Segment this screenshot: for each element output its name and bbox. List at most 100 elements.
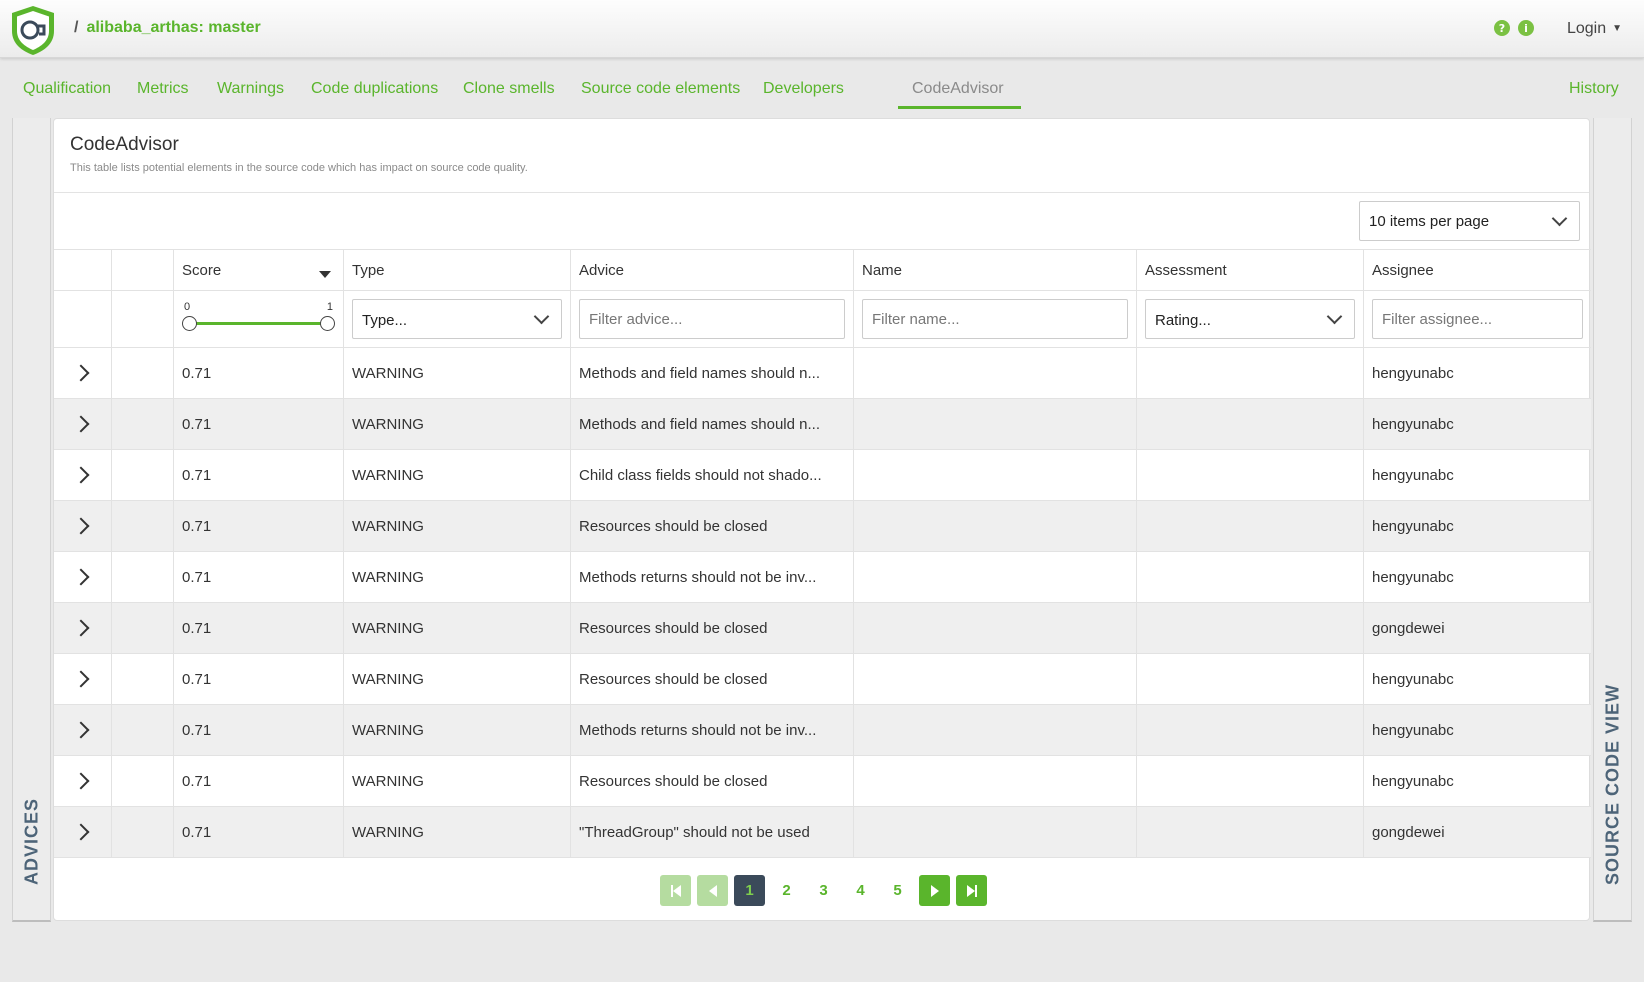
score-range-slider[interactable]: 0 1 [182,291,335,347]
name-cell [854,603,1137,653]
advices-label: ADVICES [21,797,41,885]
blank-cell [112,603,174,653]
table-row[interactable]: 0.71 WARNING Methods and field names sho… [54,399,1591,450]
last-page-button[interactable] [956,875,987,906]
expand-cell[interactable] [54,552,112,602]
expand-cell[interactable] [54,756,112,806]
slider-max-handle[interactable] [320,316,335,331]
tab-code-duplications[interactable]: Code duplications [311,80,438,98]
tab-metrics[interactable]: Metrics [137,80,189,98]
blank-cell [112,501,174,551]
table-row[interactable]: 0.71 WARNING "ThreadGroup" should not be… [54,807,1591,858]
expand-cell[interactable] [54,450,112,500]
advice-cell: Methods returns should not be inv... [571,552,854,602]
blank-cell [112,348,174,398]
blank-cell [112,654,174,704]
expand-cell[interactable] [54,603,112,653]
type-filter-select[interactable]: Type... [352,299,562,339]
chevron-right-icon[interactable] [72,517,89,535]
prev-page-button[interactable] [697,875,728,906]
chevron-right-icon[interactable] [72,670,89,688]
items-per-page-select[interactable]: 10 items per page [1359,201,1580,241]
tab-history[interactable]: History [1569,80,1619,98]
info-circle-icon[interactable]: i [1518,20,1534,36]
chevron-right-icon[interactable] [72,721,89,739]
chevron-right-icon[interactable] [72,415,89,433]
header-type[interactable]: Type [344,250,571,290]
header-assignee[interactable]: Assignee [1364,250,1591,290]
name-filter-input[interactable]: Filter name... [862,299,1128,339]
next-page-button[interactable] [919,875,950,906]
table-row[interactable]: 0.71 WARNING Child class fields should n… [54,450,1591,501]
table-row[interactable]: 0.71 WARNING Resources should be closed … [54,756,1591,807]
project-link[interactable]: alibaba_arthas: master [86,19,260,36]
expand-cell[interactable] [54,348,112,398]
chevron-down-icon [533,308,550,325]
sort-desc-icon[interactable] [319,271,331,278]
type-cell: WARNING [344,450,571,500]
blank-cell [112,399,174,449]
expand-cell[interactable] [54,501,112,551]
tab-codeadvisor[interactable]: CodeAdvisor [912,80,1004,98]
header-score[interactable]: Score [174,250,344,290]
expand-cell[interactable] [54,654,112,704]
advices-side-panel[interactable]: ADVICES [12,118,51,922]
advice-filter-input[interactable]: Filter advice... [579,299,845,339]
pagination: 1 2 3 4 5 [54,875,1589,909]
name-cell [854,756,1137,806]
login-dropdown[interactable]: Login ▼ [1567,20,1622,38]
page-2-button[interactable]: 2 [771,875,802,906]
question-circle-icon[interactable]: ? [1494,20,1510,36]
tab-clone-smells[interactable]: Clone smells [463,80,555,98]
chevron-right-icon[interactable] [72,772,89,790]
table-row[interactable]: 0.71 WARNING Resources should be closed … [54,603,1591,654]
page-3-button[interactable]: 3 [808,875,839,906]
chevron-right-icon[interactable] [72,823,89,841]
advice-cell: Resources should be closed [571,756,854,806]
header-advice[interactable]: Advice [571,250,854,290]
tab-qualification[interactable]: Qualification [23,80,111,98]
tab-source-code-elements[interactable]: Source code elements [581,80,740,98]
tab-developers[interactable]: Developers [763,80,844,98]
table-filter-row: 0 1 Type... Filter advice... Filter name… [54,291,1591,348]
login-label: Login [1566,20,1607,37]
page-1-button[interactable]: 1 [734,875,765,906]
name-cell [854,348,1137,398]
assignee-cell: hengyunabc [1372,517,1454,535]
table-row[interactable]: 0.71 WARNING Resources should be closed … [54,501,1591,552]
chevron-right-icon[interactable] [72,466,89,484]
table-row[interactable]: 0.71 WARNING Methods and field names sho… [54,348,1591,399]
assessment-cell [1137,501,1364,551]
chevron-right-icon[interactable] [72,364,89,382]
assessment-cell [1137,807,1364,857]
tab-warnings[interactable]: Warnings [217,80,284,98]
table-row[interactable]: 0.71 WARNING Resources should be closed … [54,654,1591,705]
header-assessment[interactable]: Assessment [1137,250,1364,290]
page-4-button[interactable]: 4 [845,875,876,906]
source-code-view-side-panel[interactable]: SOURCE CODE VIEW [1593,118,1632,922]
assessment-filter-select[interactable]: Rating... [1145,299,1355,339]
chevron-right-icon[interactable] [72,619,89,637]
items-per-page-value: 10 items per page [1369,213,1490,230]
header-blank-col [112,250,174,290]
score-cell: 0.71 [174,348,344,398]
assignee-cell: hengyunabc [1372,364,1454,382]
expand-cell[interactable] [54,807,112,857]
chevron-down-icon [1326,308,1343,325]
table-row[interactable]: 0.71 WARNING Methods returns should not … [54,552,1591,603]
header-name[interactable]: Name [854,250,1137,290]
table-row[interactable]: 0.71 WARNING Methods returns should not … [54,705,1591,756]
page-5-button[interactable]: 5 [882,875,913,906]
slider-min-handle[interactable] [182,316,197,331]
app-logo-icon[interactable] [8,4,58,56]
active-tab-indicator [898,106,1021,109]
chevron-right-icon[interactable] [72,568,89,586]
last-page-icon [974,884,977,897]
breadcrumb-separator: / [74,19,79,36]
score-cell: 0.71 [174,807,344,857]
expand-cell[interactable] [54,705,112,755]
assignee-filter-input[interactable]: Filter assignee... [1372,299,1583,339]
first-page-button[interactable] [660,875,691,906]
expand-cell[interactable] [54,399,112,449]
name-cell [854,807,1137,857]
